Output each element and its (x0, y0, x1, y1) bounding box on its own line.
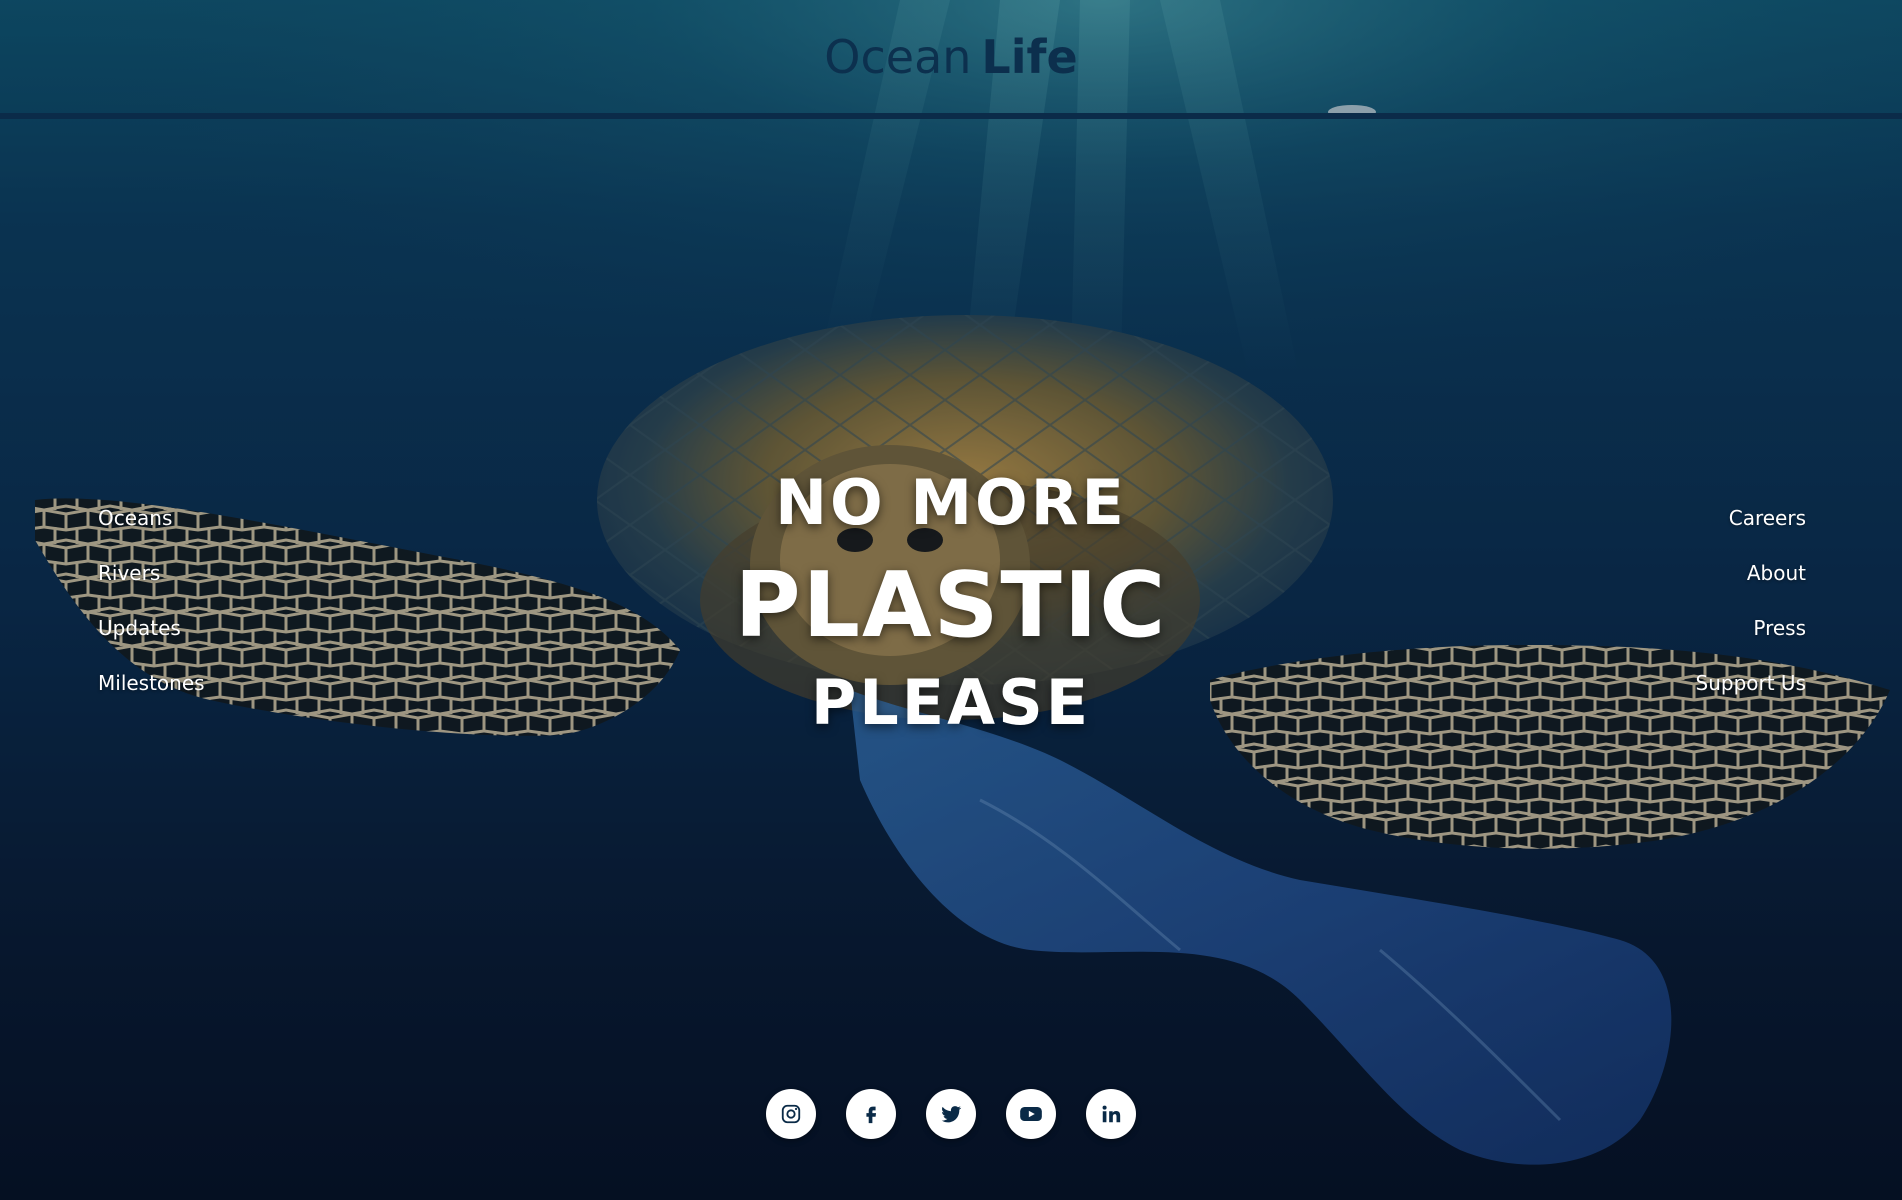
header-divider (0, 113, 1902, 119)
brand-name-bold: Life (981, 30, 1078, 84)
site-header: Ocean Life (0, 0, 1902, 114)
social-links (766, 1089, 1136, 1139)
youtube-icon (1020, 1106, 1042, 1122)
instagram-button[interactable] (766, 1089, 816, 1139)
facebook-button[interactable] (846, 1089, 896, 1139)
hero-headline-line-1: NO MORE (775, 466, 1127, 539)
linkedin-button[interactable] (1086, 1089, 1136, 1139)
youtube-button[interactable] (1006, 1089, 1056, 1139)
linkedin-icon (1102, 1105, 1121, 1123)
hero-headline-line-2: PLASTIC (734, 553, 1168, 658)
instagram-icon (781, 1104, 801, 1124)
brand-logo[interactable]: Ocean Life (824, 30, 1077, 84)
facebook-icon (866, 1106, 877, 1124)
twitter-icon (941, 1106, 962, 1123)
twitter-button[interactable] (926, 1089, 976, 1139)
hero-headline-line-3: PLEASE (810, 666, 1092, 739)
brand-name-light: Ocean (824, 30, 972, 84)
